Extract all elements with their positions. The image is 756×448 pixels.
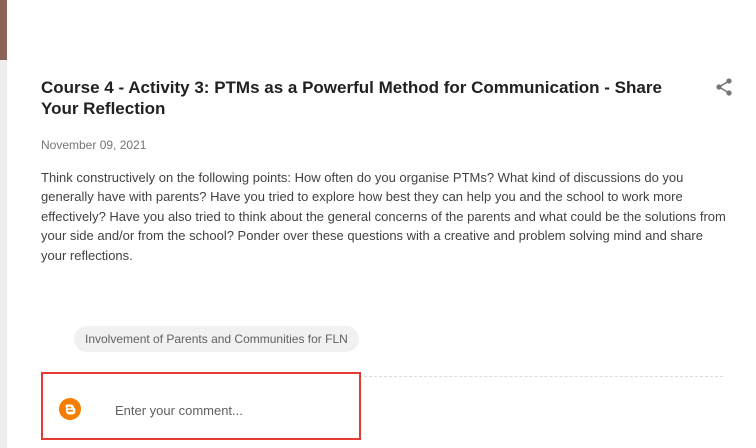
post-card: Course 4 - Activity 3: PTMs as a Powerfu… xyxy=(7,0,756,448)
comment-form xyxy=(41,372,361,440)
post-title: Course 4 - Activity 3: PTMs as a Powerfu… xyxy=(41,78,662,118)
post-body: Think constructively on the following po… xyxy=(41,170,726,263)
label-chip[interactable]: Involvement of Parents and Communities f… xyxy=(74,326,359,352)
blogger-icon xyxy=(59,398,81,420)
post-date: November 09, 2021 xyxy=(41,138,147,152)
share-icon[interactable] xyxy=(713,76,735,98)
comment-input[interactable] xyxy=(115,400,345,420)
comments-divider xyxy=(359,376,723,377)
card-top xyxy=(7,0,756,50)
